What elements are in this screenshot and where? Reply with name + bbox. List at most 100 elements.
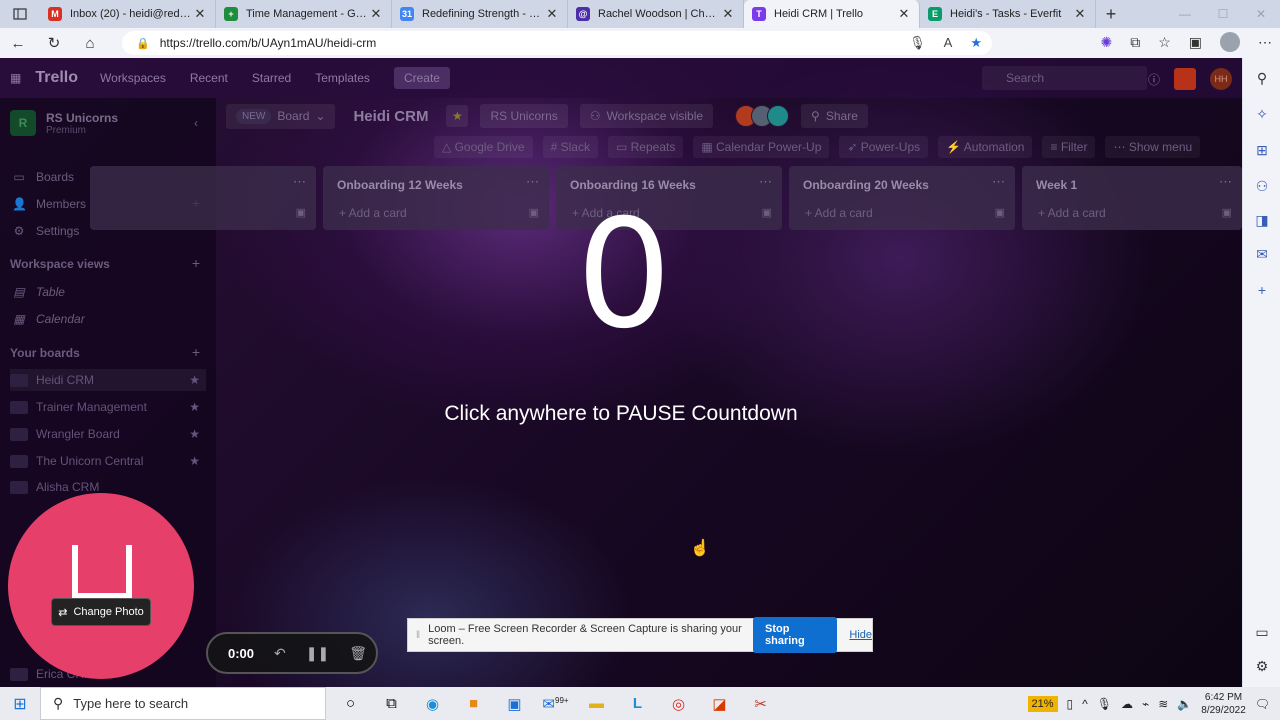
refresh-icon[interactable]: ↻ [36, 34, 72, 52]
camera-bubble[interactable] [8, 493, 194, 679]
sidebar-item-calendar[interactable]: ▦ Calendar [12, 312, 84, 326]
notification-bell-icon[interactable] [1174, 68, 1196, 90]
read-aloud-icon[interactable]: A [944, 35, 953, 51]
pause-icon[interactable]: ❚❚ [306, 645, 329, 662]
trash-icon[interactable]: 🗑 [349, 645, 367, 662]
countdown-number[interactable]: 0 [524, 200, 724, 350]
add-card-button[interactable]: + Add a card [1038, 206, 1106, 220]
card-template-icon[interactable]: ▣ [296, 206, 306, 219]
list-column[interactable]: Onboarding 20 Weeks ⋯ + Add a card ▣ [789, 166, 1015, 230]
card-template-icon[interactable]: ▣ [995, 206, 1005, 219]
list-title[interactable]: Onboarding 20 Weeks [803, 178, 929, 192]
tools-icon[interactable]: ⊞ [1243, 142, 1280, 159]
minimize-icon[interactable]: — [1166, 0, 1204, 28]
close-tab-icon[interactable]: ✕ [721, 6, 735, 22]
powerup-repeats[interactable]: ▭ Repeats [607, 136, 684, 158]
hide-link[interactable]: Hide [849, 629, 872, 641]
close-tab-icon[interactable]: ✕ [545, 6, 559, 22]
board-item-heidi-crm[interactable]: Heidi CRM ★ [10, 369, 206, 391]
sidebar-layout-icon[interactable]: ▭ [1243, 624, 1280, 641]
list-menu-icon[interactable]: ⋯ [526, 174, 539, 190]
battery-indicator[interactable]: 21% [1027, 695, 1058, 712]
close-tab-icon[interactable]: ✕ [897, 6, 911, 22]
change-photo-button[interactable]: ⇄ Change Photo [51, 598, 151, 626]
browser-tab[interactable]: M Inbox (20) - heidi@redefinin ✕ [40, 0, 216, 28]
filter-button[interactable]: ≡ Filter [1042, 136, 1096, 158]
star-icon[interactable]: ★ [189, 454, 200, 468]
browser-tab[interactable]: @ Rachel Woodson | Chat | W ✕ [568, 0, 744, 28]
favorites-icon[interactable]: ☆ [1158, 34, 1171, 51]
board-view-switcher[interactable]: NEW Board ⌄ [226, 103, 336, 129]
list-menu-icon[interactable]: ⋯ [1219, 174, 1232, 190]
tray-app-icon[interactable]: ▯ [1067, 697, 1074, 711]
menu-starred[interactable]: Starred [252, 71, 291, 85]
menu-recent[interactable]: Recent [190, 71, 228, 85]
share-button[interactable]: ⚲ Share [801, 104, 868, 128]
task-view-icon[interactable]: ⧉ [371, 695, 412, 713]
notifications-icon[interactable]: 🗨 [1255, 697, 1270, 711]
close-window-icon[interactable]: ✕ [1242, 0, 1280, 28]
star-icon[interactable]: ★ [189, 400, 200, 414]
powerup-calendar[interactable]: ▦ Calendar Power-Up [693, 136, 830, 158]
tab-actions-icon[interactable] [0, 0, 40, 28]
windows-start-icon[interactable]: ⊞ [0, 694, 40, 714]
close-tab-icon[interactable]: ✕ [1073, 6, 1087, 22]
close-tab-icon[interactable]: ✕ [193, 6, 207, 22]
menu-templates[interactable]: Templates [315, 71, 370, 85]
list-title[interactable]: Week 1 [1036, 178, 1077, 192]
maximize-icon[interactable]: ☐ [1204, 0, 1242, 28]
microphone-icon[interactable]: 🎙 [1097, 697, 1112, 711]
power-plug-icon[interactable]: ⌁ [1142, 697, 1149, 711]
add-view-icon[interactable]: + [192, 255, 200, 271]
file-explorer-icon[interactable]: ▬ [576, 695, 617, 713]
menu-workspaces[interactable]: Workspaces [100, 71, 166, 85]
sidebar-item-boards[interactable]: ▭ Boards [12, 170, 74, 184]
settings-gear-icon[interactable]: ⚙ [1243, 658, 1280, 675]
star-board-icon[interactable]: ★ [446, 105, 469, 127]
workspace-button[interactable]: RS Unicorns [480, 104, 568, 128]
browser-tab[interactable]: 31 Redefining Strength - Calen ✕ [392, 0, 568, 28]
mail-icon[interactable]: ✉99+ [535, 695, 576, 713]
taskbar-search-input[interactable]: ⚲ Type here to search [40, 687, 326, 720]
create-button[interactable]: Create [393, 67, 450, 89]
board-item-wrangler-board[interactable]: Wrangler Board ★ [10, 423, 206, 445]
sidebar-item-settings[interactable]: ⚙ Settings [12, 224, 80, 238]
board-title[interactable]: Heidi CRM [347, 108, 434, 125]
home-icon[interactable]: ⌂ [72, 35, 108, 52]
automation-button[interactable]: ⚡ Automation [938, 136, 1033, 158]
discover-icon[interactable]: ✧ [1243, 106, 1280, 123]
list-menu-icon[interactable]: ⋯ [992, 174, 1005, 190]
chrome-icon[interactable]: ◎ [658, 695, 699, 713]
extensions-puzzle-icon[interactable]: ⧉ [1130, 34, 1140, 51]
show-hidden-icons[interactable]: ^ [1082, 697, 1088, 711]
trello-search-input[interactable]: Search [982, 66, 1147, 90]
back-icon[interactable]: ← [0, 35, 36, 52]
profile-avatar[interactable] [1220, 32, 1240, 52]
sidebar-item-members[interactable]: 👤 Members [12, 197, 86, 211]
new-tab-button[interactable]: + [1096, 4, 1126, 25]
card-template-icon[interactable]: ▣ [1222, 206, 1232, 219]
close-tab-icon[interactable]: ✕ [369, 6, 383, 22]
collections-icon[interactable]: ▣ [1189, 34, 1202, 51]
office-icon[interactable]: ◪ [699, 695, 740, 713]
collapse-sidebar-icon[interactable]: ‹ [194, 116, 198, 130]
restart-icon[interactable]: ↶ [274, 645, 286, 662]
powerups-button[interactable]: ➶ Power-Ups [839, 136, 929, 158]
board-item-trainer-management[interactable]: Trainer Management ★ [10, 396, 206, 418]
office-icon[interactable]: ◨ [1243, 212, 1280, 229]
sidebar-item-table[interactable]: ▤ Table [12, 285, 65, 299]
search-icon[interactable]: ⚲ [1243, 70, 1280, 87]
show-menu-button[interactable]: ⋯ Show menu [1105, 136, 1201, 158]
outlook-icon[interactable]: ✉ [1243, 246, 1280, 263]
card-template-icon[interactable]: ▣ [762, 206, 772, 219]
user-avatar[interactable]: HH [1210, 68, 1232, 90]
browser-tab[interactable]: + Time Management - Googl ✕ [216, 0, 392, 28]
drag-handle-icon[interactable]: ‖ [416, 630, 420, 641]
list-column[interactable]: ⋯ ▣ [90, 166, 316, 230]
powerup-slack[interactable]: # Slack [542, 136, 598, 158]
info-icon[interactable]: ⓘ [1148, 71, 1160, 88]
l-app-icon[interactable]: L [617, 695, 658, 713]
apps-grid-icon[interactable]: ▦ [10, 71, 21, 85]
url-field[interactable]: 🔒 https://trello.com/b/UAyn1mAU/heidi-cr… [122, 31, 992, 55]
add-card-button[interactable]: + Add a card [339, 206, 407, 220]
